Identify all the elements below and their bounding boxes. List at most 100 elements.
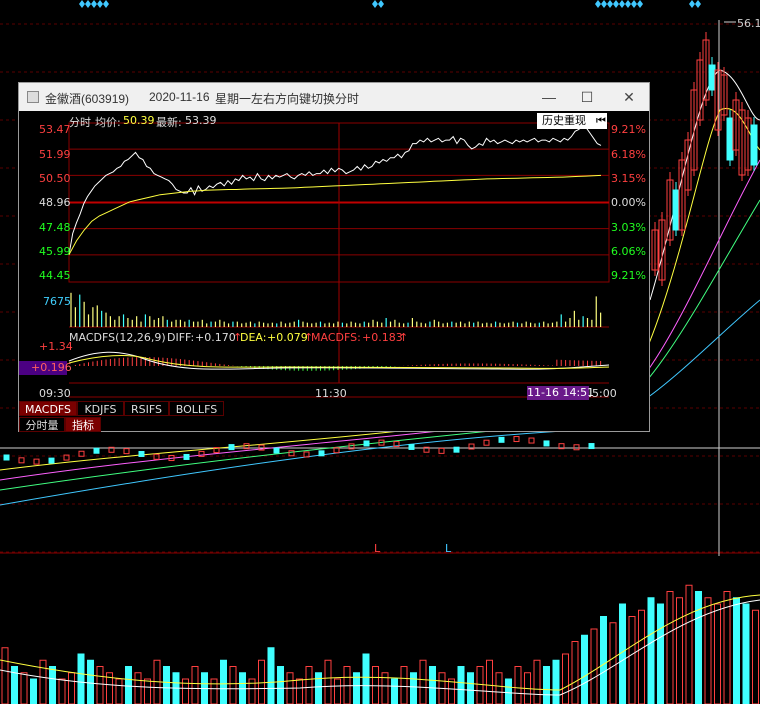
volume-bar — [457, 666, 465, 704]
pct-level-3: 3.15% — [611, 172, 646, 185]
window-hint: 左右方向键切换分时 — [251, 92, 360, 106]
candle-body — [318, 450, 325, 457]
price-level-7: 44.45 — [39, 269, 71, 282]
price-level-3: 50.50 — [39, 172, 71, 185]
volume-bar — [49, 666, 56, 704]
volume-bar — [419, 659, 427, 704]
volume-bar — [115, 678, 123, 704]
volume-bar — [410, 672, 417, 704]
top-marker — [625, 0, 631, 8]
macd-macdfs-value: +0.183 — [362, 331, 403, 344]
tab-rsifs[interactable]: RSIFS — [124, 401, 169, 416]
volume-bar — [96, 666, 104, 704]
volume-bar — [144, 678, 151, 704]
volume-bar — [543, 666, 550, 704]
macd-header: MACDFS(12,26,9) — [69, 331, 166, 344]
volume-bar — [87, 659, 94, 704]
volume-bar — [267, 647, 275, 704]
volume-bar — [505, 678, 512, 704]
macd-cursor-label: +0.196 — [19, 361, 72, 375]
volume-bar — [552, 659, 560, 704]
volume-bar — [163, 666, 170, 704]
volume-bar — [191, 666, 199, 704]
top-marker — [689, 0, 695, 8]
candle-body — [573, 444, 580, 451]
volume-bar — [77, 653, 85, 704]
volume-bar — [220, 659, 227, 704]
macd-upper-label: +1.34 — [39, 340, 73, 353]
latest-price-label: 最新: — [156, 116, 182, 129]
volume-bar — [514, 666, 522, 704]
volume-bar — [30, 678, 37, 704]
volume-bar — [562, 653, 569, 704]
time-start: 09:30 — [39, 387, 71, 400]
volume-bar — [20, 672, 28, 704]
candle-body — [708, 64, 716, 91]
app-icon — [27, 91, 39, 103]
volume-bar — [68, 672, 75, 704]
volume-bar — [210, 678, 218, 704]
volume-max-label: 7675 — [43, 295, 71, 308]
tab-macdfs[interactable]: MACDFS — [19, 401, 77, 416]
top-marker — [372, 0, 378, 8]
intraday-window[interactable]: 金徽酒(603919) 2020-11-16 星期一 左右方向键切换分时 — ☐… — [18, 82, 650, 432]
candle-body — [750, 124, 758, 166]
top-marker — [85, 0, 91, 8]
price-level-4: 48.96 — [39, 196, 71, 209]
volume-bar — [676, 597, 683, 704]
price-level-1: 53.47 — [39, 123, 71, 136]
maximize-button[interactable]: ☐ — [575, 86, 599, 108]
window-title-stock: 金徽酒(603919) — [45, 92, 130, 106]
candle-body — [288, 450, 295, 457]
minimize-button[interactable]: — — [537, 86, 561, 108]
intraday-chart — [68, 122, 610, 398]
avg-price-value: 50.39 — [123, 114, 155, 127]
volume-bar — [324, 659, 332, 704]
volume-bar — [125, 666, 132, 704]
low-marker-1: L — [374, 542, 381, 555]
cursor-time-label: 11-16 14:51 — [527, 386, 595, 400]
candle-body — [78, 450, 85, 457]
tab-intraday-volume[interactable]: 分时量 — [19, 417, 65, 432]
top-marker — [607, 0, 613, 8]
volume-bar — [315, 672, 322, 704]
candle-body — [726, 117, 734, 161]
volume-bar — [685, 584, 693, 704]
candle-body — [453, 446, 460, 453]
top-marker — [613, 0, 619, 8]
time-mid: 11:30 — [315, 387, 347, 400]
candle-body — [48, 457, 55, 464]
volume-bar — [362, 653, 370, 704]
candle-body — [543, 440, 550, 447]
volume-bar — [476, 666, 484, 704]
volume-bar — [742, 603, 750, 704]
pct-level-1: 9.21% — [611, 123, 646, 136]
macd-macdfs-arrow: ↑ — [399, 331, 409, 344]
volume-bar — [666, 591, 674, 704]
close-button[interactable]: ✕ — [617, 86, 641, 108]
volume-bar — [723, 591, 731, 704]
pin-icon[interactable]: ⏮ — [593, 113, 609, 129]
volume-bar — [229, 666, 237, 704]
price-level-5: 47.48 — [39, 221, 71, 234]
candle-body — [408, 443, 415, 450]
window-titlebar[interactable]: 金徽酒(603919) 2020-11-16 星期一 左右方向键切换分时 — ☐… — [19, 83, 649, 111]
tab-bollfs[interactable]: BOLLFS — [169, 401, 224, 416]
top-marker — [619, 0, 625, 8]
pct-level-6: 6.06% — [611, 245, 646, 258]
tab-indicator[interactable]: 指标 — [65, 417, 101, 432]
candle-body — [363, 440, 370, 447]
volume-bar — [467, 672, 474, 704]
top-marker — [631, 0, 637, 8]
volume-ma-white — [0, 599, 760, 696]
pct-level-5: 3.03% — [611, 221, 646, 234]
volume-bar — [39, 659, 47, 704]
tab-kdjfs[interactable]: KDJFS — [77, 401, 124, 416]
candle-body — [528, 437, 535, 444]
volume-bar — [657, 603, 664, 704]
top-marker — [91, 0, 97, 8]
volume-bar — [134, 672, 142, 704]
avg-price-line — [68, 174, 602, 255]
volume-bar — [581, 634, 588, 704]
pct-level-4: 0.00% — [611, 196, 646, 209]
